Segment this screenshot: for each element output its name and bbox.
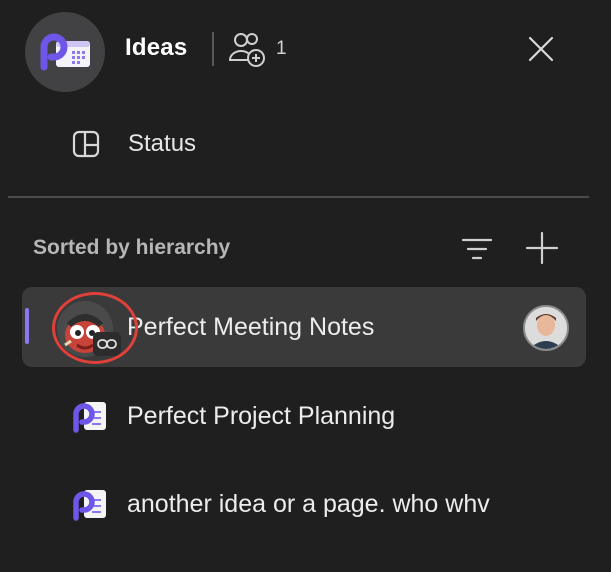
avatar[interactable] xyxy=(523,305,569,351)
workspace-icon xyxy=(40,33,90,71)
link-icon xyxy=(93,332,121,356)
board-layout-icon xyxy=(72,130,100,158)
members-count: 1 xyxy=(276,38,287,59)
header-divider xyxy=(212,32,214,66)
page-title: Ideas xyxy=(125,34,188,61)
status-nav-item[interactable]: Status xyxy=(70,126,196,162)
filter-icon[interactable] xyxy=(460,232,494,266)
sort-label: Sorted by hierarchy xyxy=(33,236,231,259)
close-icon[interactable] xyxy=(524,32,558,66)
page-item-title: another idea or a page. who whv xyxy=(127,489,490,518)
page-item-perfect-project-planning[interactable]: Perfect Project Planning xyxy=(22,376,586,456)
section-divider xyxy=(8,196,589,198)
page-item-another-idea[interactable]: another idea or a page. who whv xyxy=(22,464,586,544)
plus-icon[interactable] xyxy=(524,230,560,266)
selection-indicator xyxy=(25,308,29,344)
status-label: Status xyxy=(128,130,197,157)
page-item-title: Perfect Project Planning xyxy=(127,401,396,430)
loop-page-icon xyxy=(73,490,106,521)
workspace-avatar[interactable] xyxy=(25,12,105,92)
members-add-icon[interactable] xyxy=(228,30,266,68)
loop-page-icon xyxy=(73,402,106,433)
page-item-title: Perfect Meeting Notes xyxy=(127,312,375,341)
